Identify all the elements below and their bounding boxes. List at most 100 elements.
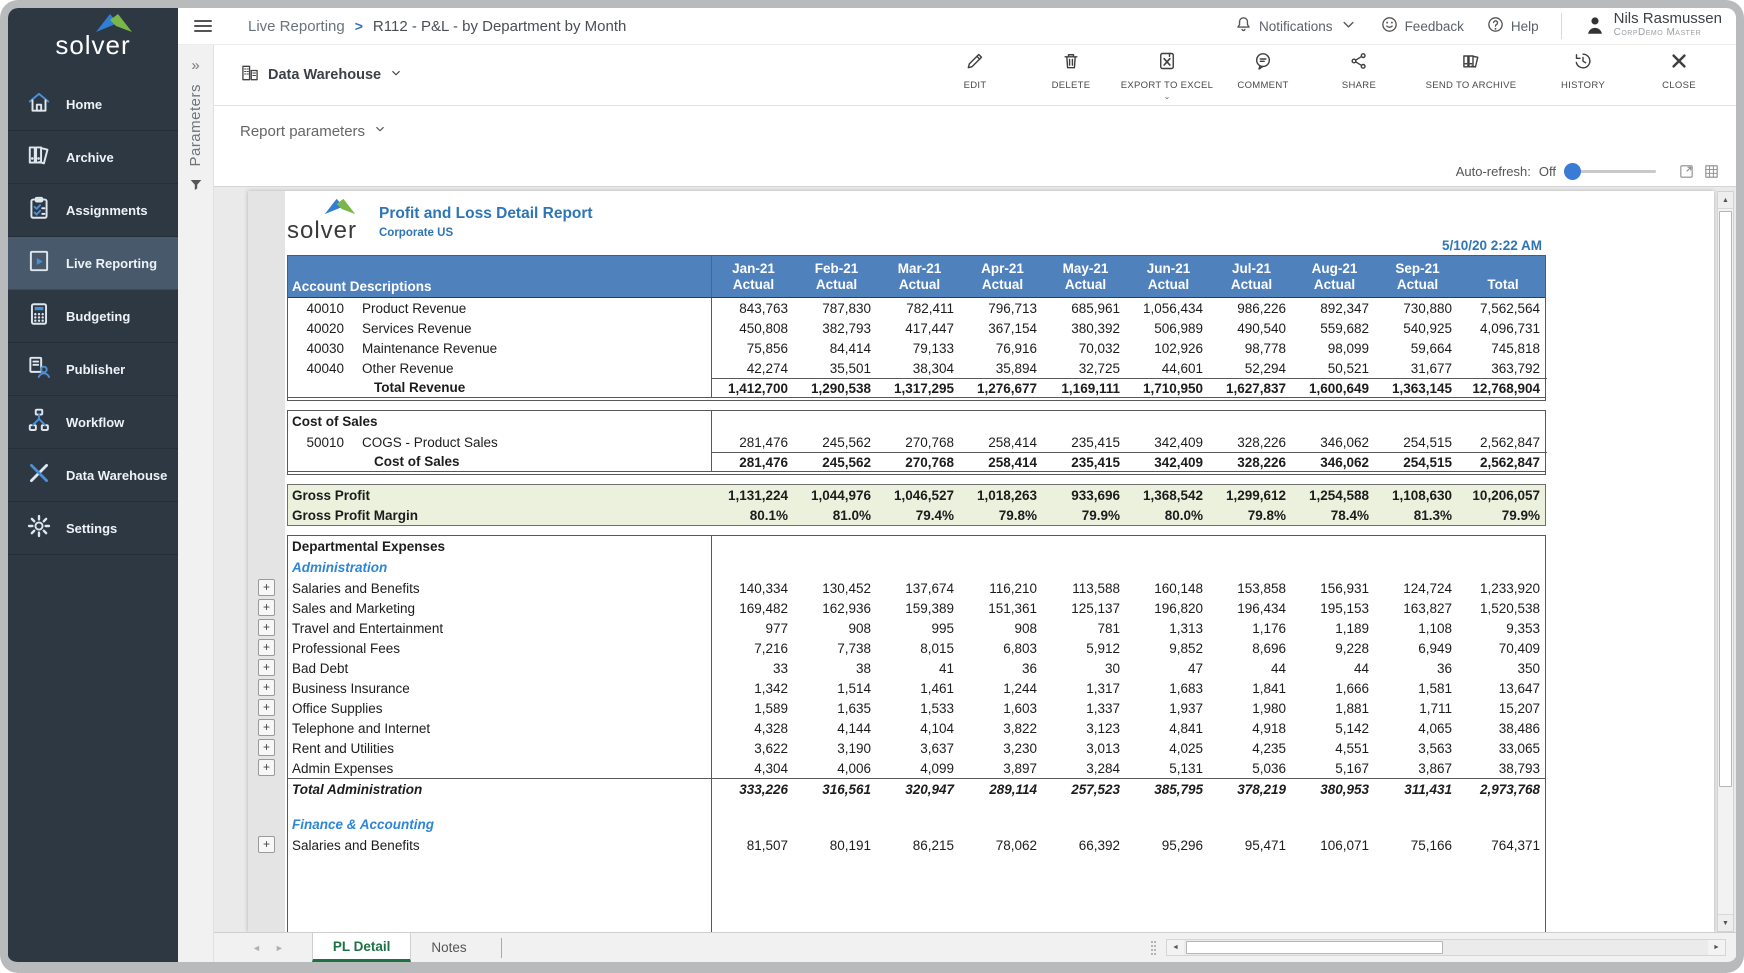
sidebar-item-label: Workflow [66, 415, 124, 430]
expand-row-button[interactable]: + [258, 599, 275, 616]
cell-value: 116,210 [961, 578, 1044, 598]
edit-button[interactable]: EDIT [932, 51, 1018, 99]
slider-knob[interactable] [1564, 163, 1581, 180]
account-code: 40010 [292, 301, 344, 316]
cell-value: 79.8% [1210, 505, 1293, 525]
cell-value: 3,622 [712, 738, 795, 758]
expand-row-button[interactable]: + [258, 659, 275, 676]
breadcrumb-section[interactable]: Live Reporting [248, 18, 345, 35]
expand-row-button[interactable]: + [258, 619, 275, 636]
cell-value: 79.8% [961, 505, 1044, 525]
vertical-scroll-thumb[interactable] [1719, 211, 1732, 787]
account-description: 40020Services Revenue [288, 318, 712, 338]
report-timestamp: 5/10/20 2:22 AM [1442, 238, 1542, 253]
expand-row-button[interactable]: + [258, 679, 275, 696]
send-to-archive-button[interactable]: SEND TO ARCHIVE [1412, 51, 1530, 99]
report-parameters-toggle[interactable]: Report parameters [240, 123, 365, 140]
app-window: solver HomeArchiveAssignmentsLive Report… [0, 0, 1744, 973]
sidebar-item-settings[interactable]: Settings [8, 502, 178, 555]
expand-row-button[interactable]: + [258, 739, 275, 756]
table-row: +Professional Fees7,2167,7388,0156,8035,… [288, 638, 1545, 658]
breadcrumb-title: R112 - P&L - by Department by Month [373, 18, 626, 35]
vertical-scrollbar[interactable]: ▲ ▼ [1717, 191, 1734, 932]
sidebar-item-data-warehouse[interactable]: Data Warehouse [8, 449, 178, 502]
cell-value: 258,414 [961, 452, 1044, 471]
hamburger-menu-icon[interactable] [194, 17, 212, 35]
account-description: Gross Profit [288, 485, 712, 505]
expand-panel-icon[interactable]: » [191, 57, 199, 74]
cell-value: 346,062 [1293, 452, 1376, 471]
cell-value: 66,392 [1044, 835, 1127, 855]
scroll-right-arrow[interactable]: ► [1708, 940, 1725, 955]
cell-value: 4,328 [712, 718, 795, 738]
share-button[interactable]: SHARE [1316, 51, 1402, 99]
parameters-panel-collapsed: » Parameters [178, 45, 214, 962]
scroll-down-arrow[interactable]: ▼ [1718, 914, 1733, 931]
cell-value: 79.4% [878, 505, 961, 525]
sidebar-item-archive[interactable]: Archive [8, 131, 178, 184]
cell-value: 5,167 [1293, 758, 1376, 778]
grid-view-icon[interactable] [1703, 163, 1720, 180]
expand-row-button[interactable]: + [258, 836, 275, 853]
sidebar-item-live-reporting[interactable]: Live Reporting [8, 237, 178, 290]
cell-total: 745,818 [1459, 338, 1547, 358]
data-source-dropdown[interactable]: Data Warehouse [240, 63, 403, 88]
notifications-label: Notifications [1259, 19, 1333, 34]
table-row: 40020Services Revenue450,808382,793417,4… [288, 318, 1545, 338]
tab-nav-left-icon[interactable]: ◄ [252, 943, 261, 953]
history-button[interactable]: HISTORY [1540, 51, 1626, 99]
user-menu[interactable]: Nils Rasmussen CorpDemo Master [1584, 11, 1722, 41]
sidebar-item-budgeting[interactable]: Budgeting [8, 290, 178, 343]
splitter-handle[interactable] [1151, 941, 1156, 955]
cell-value: 4,918 [1210, 718, 1293, 738]
cell-value: 796,713 [961, 298, 1044, 318]
cell-value: 3,230 [961, 738, 1044, 758]
expand-row-button[interactable]: + [258, 639, 275, 656]
sidebar-item-publisher[interactable]: Publisher [8, 343, 178, 396]
comment-button[interactable]: COMMENT [1220, 51, 1306, 99]
notifications-button[interactable]: Notifications [1234, 15, 1358, 37]
expand-row-button[interactable]: + [258, 579, 275, 596]
trash-icon [1061, 51, 1081, 76]
delete-button[interactable]: DELETE [1028, 51, 1114, 99]
sheet-tab-notes[interactable]: Notes [411, 933, 486, 962]
scroll-up-arrow[interactable]: ▲ [1718, 192, 1733, 209]
sidebar-item-label: Live Reporting [66, 256, 157, 271]
chevron-down-icon [1339, 15, 1358, 37]
sidebar-item-home[interactable]: Home [8, 78, 178, 131]
close-button[interactable]: CLOSE [1636, 51, 1722, 99]
sidebar-item-workflow[interactable]: Workflow [8, 396, 178, 449]
cell-value: 3,822 [961, 718, 1044, 738]
tab-nav-right-icon[interactable]: ► [275, 943, 284, 953]
cell-value: 787,830 [795, 298, 878, 318]
filter-icon[interactable] [188, 177, 204, 198]
horizontal-scroll-thumb[interactable] [1186, 941, 1443, 954]
cell-value: 1,276,677 [961, 378, 1044, 397]
sidebar-item-assignments[interactable]: Assignments [8, 184, 178, 237]
cell-value: 685,961 [1044, 298, 1127, 318]
sheet-tab-bar: ◄ ► PL DetailNotes ◄ ► [214, 932, 1736, 962]
cell-total: 38,793 [1459, 758, 1547, 778]
expand-row-button[interactable]: + [258, 699, 275, 716]
open-in-window-icon[interactable] [1678, 163, 1695, 180]
cell-value: 320,947 [878, 779, 961, 800]
cell-value: 1,131,224 [712, 485, 795, 505]
feedback-button[interactable]: Feedback [1380, 15, 1464, 37]
help-button[interactable]: Help [1486, 15, 1539, 37]
sheet-tab-pl-detail[interactable]: PL Detail [312, 933, 412, 962]
cell-value: 36 [1376, 658, 1459, 678]
cell-value: 3,563 [1376, 738, 1459, 758]
auto-refresh-slider[interactable] [1564, 170, 1656, 173]
expand-row-button[interactable]: + [258, 759, 275, 776]
account-description: Salaries and Benefits [288, 578, 712, 598]
chevron-down-icon[interactable] [373, 122, 387, 141]
account-description: 40040Other Revenue [288, 358, 712, 378]
export-to-excel-button[interactable]: EXPORT TO EXCEL⌄ [1124, 51, 1210, 99]
expand-row-button[interactable]: + [258, 719, 275, 736]
cell-value: 1,627,837 [1210, 378, 1293, 397]
cell-value: 933,696 [1044, 485, 1127, 505]
scroll-left-arrow[interactable]: ◄ [1167, 940, 1184, 955]
horizontal-scrollbar[interactable]: ◄ ► [1166, 939, 1726, 956]
account-code: 40020 [292, 321, 344, 336]
parameters-label[interactable]: Parameters [187, 84, 204, 167]
